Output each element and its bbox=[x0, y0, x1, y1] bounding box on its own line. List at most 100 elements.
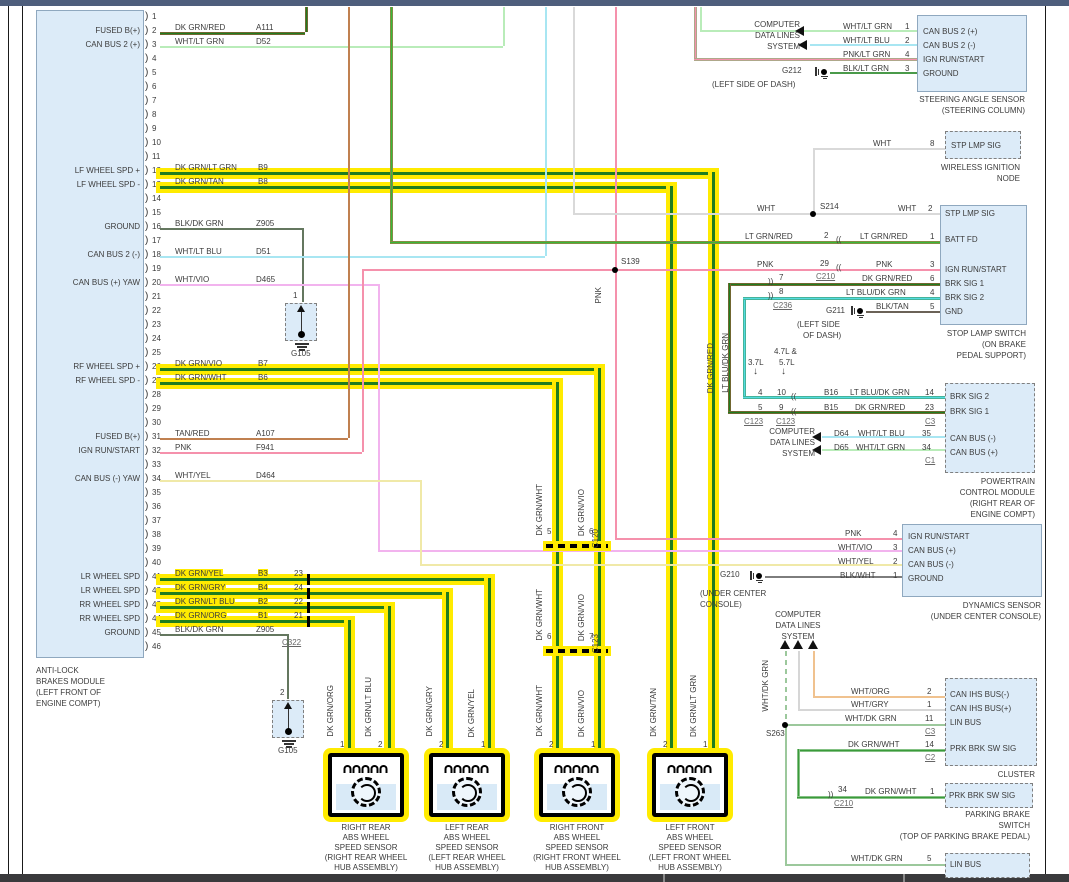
wire bbox=[390, 241, 940, 244]
label: (TOP OF PARKING BRAKE PEDAL) bbox=[899, 832, 1030, 841]
tone-ring-gear-icon bbox=[452, 777, 482, 807]
abs-pin-number: 7 bbox=[152, 96, 157, 105]
abs-pin-arc: ) bbox=[145, 221, 149, 232]
label: PARKING BRAKE bbox=[965, 810, 1030, 819]
abs-module-box bbox=[36, 10, 144, 658]
abs-pin-arc: ) bbox=[145, 39, 149, 50]
label: D464 bbox=[256, 471, 276, 480]
data-line-arrow-icon bbox=[780, 640, 790, 649]
label: DATA LINES bbox=[769, 438, 815, 447]
label: 24 bbox=[294, 583, 303, 592]
label: 5 bbox=[547, 527, 552, 536]
label: CAN BUS 2 (+) bbox=[85, 40, 140, 49]
label: DK GRN/RED bbox=[706, 342, 715, 393]
label: DK GRN/YEL bbox=[175, 569, 224, 579]
label: 7 bbox=[779, 273, 784, 282]
ground-arrow bbox=[297, 305, 305, 312]
ground-arrow bbox=[284, 702, 292, 709]
label: B3 bbox=[258, 569, 268, 579]
label: DK GRN/YEL bbox=[467, 688, 476, 737]
abs-pin-arc: ) bbox=[145, 445, 149, 456]
label: LT BLU/DK GRN bbox=[846, 288, 906, 297]
abs-pin-arc: ) bbox=[145, 263, 149, 274]
abs-pin-arc: ) bbox=[145, 417, 149, 428]
abs-pin-number: 37 bbox=[152, 516, 161, 525]
abs-pin-number: 1 bbox=[152, 12, 157, 21]
abs-pin-arc: ) bbox=[145, 123, 149, 134]
wire bbox=[797, 749, 945, 752]
label: FUSED B(+) bbox=[95, 432, 140, 441]
label: BLK/DK GRN bbox=[175, 625, 224, 634]
abs-pin-arc: ) bbox=[145, 235, 149, 246]
ground-hatch bbox=[859, 317, 863, 318]
ground-tick bbox=[750, 571, 752, 580]
abs-pin-number: 8 bbox=[152, 110, 157, 119]
abs-pin-arc: ) bbox=[145, 501, 149, 512]
label: WHT/LT GRN bbox=[175, 37, 225, 46]
label: WHT/LT BLU bbox=[843, 36, 890, 45]
abs-pin-number: 19 bbox=[152, 264, 161, 273]
label: 4 bbox=[930, 288, 935, 297]
label: )) bbox=[768, 291, 774, 300]
abs-pin-arc: ) bbox=[145, 347, 149, 358]
wire bbox=[615, 538, 902, 540]
label: PNK bbox=[845, 529, 862, 538]
label: 14 bbox=[925, 740, 934, 749]
label: 4.7L & bbox=[774, 347, 797, 356]
ground-hatch bbox=[282, 740, 296, 742]
label: LF WHEEL SPD - bbox=[76, 180, 140, 189]
wire bbox=[1045, 6, 1046, 874]
ground-hatch bbox=[823, 78, 827, 79]
label: (( bbox=[836, 235, 842, 244]
label: 1 bbox=[905, 22, 910, 31]
wire bbox=[378, 550, 902, 552]
wire-lr-spd-1 bbox=[160, 578, 488, 581]
label: IGN RUN/START bbox=[923, 55, 985, 64]
wire-rf-spd-minus-v bbox=[556, 382, 559, 752]
label: C120 bbox=[591, 528, 600, 548]
ground-hatch bbox=[857, 315, 864, 316]
label: C236 bbox=[773, 301, 793, 310]
label: BATT FD bbox=[945, 235, 978, 244]
label: 35 bbox=[922, 429, 931, 438]
abs-pin-number: 40 bbox=[152, 558, 161, 567]
label: BLK/WHT bbox=[840, 571, 876, 580]
abs-pin-arc: ) bbox=[145, 11, 149, 22]
abs-pin-number: 5 bbox=[152, 68, 157, 77]
label: 11 bbox=[925, 714, 934, 723]
abs-pin-number: 33 bbox=[152, 460, 161, 469]
label: LT GRN/RED bbox=[745, 232, 793, 241]
abs-pin-arc: ) bbox=[145, 389, 149, 400]
abs-pin-number: 36 bbox=[152, 502, 161, 511]
label: WHT/VIO bbox=[175, 275, 210, 284]
label: CAN BUS (-) YAW bbox=[74, 474, 140, 483]
label: 5 bbox=[930, 302, 935, 311]
wire bbox=[420, 564, 902, 566]
sensor-caption: HUB ASSEMBLY) bbox=[658, 863, 722, 872]
label: C210 bbox=[816, 272, 836, 281]
abs-pin-arc: ) bbox=[145, 613, 149, 624]
label: CAN BUS (+) YAW bbox=[72, 278, 140, 287]
label: 2 bbox=[280, 688, 285, 697]
label: (( bbox=[836, 263, 842, 272]
label: DK GRN/LT GRN bbox=[689, 675, 698, 737]
label: 4 bbox=[758, 388, 763, 397]
wire-rf-spd-plus-v bbox=[598, 368, 601, 752]
label: CAN BUS 2 (-) bbox=[923, 41, 976, 50]
wire bbox=[160, 46, 503, 48]
connector-c322-tick bbox=[307, 616, 310, 627]
left-rear-abs-wheel-speed-sensor bbox=[429, 753, 505, 817]
wire bbox=[160, 480, 420, 482]
label: B2 bbox=[258, 597, 268, 607]
wire-rr-spd-1-v bbox=[388, 606, 391, 752]
wire bbox=[743, 396, 945, 399]
window-top-bar bbox=[0, 0, 1069, 6]
label: 8 bbox=[779, 287, 784, 296]
label: 29 bbox=[820, 259, 829, 268]
ground-g212-icon bbox=[813, 66, 829, 80]
gear-inner bbox=[358, 784, 376, 802]
label: DATA LINES bbox=[754, 31, 800, 40]
label: CAN IHS BUS(-) bbox=[950, 690, 1010, 699]
ground-hatch bbox=[295, 343, 309, 345]
label: B7 bbox=[258, 359, 268, 368]
